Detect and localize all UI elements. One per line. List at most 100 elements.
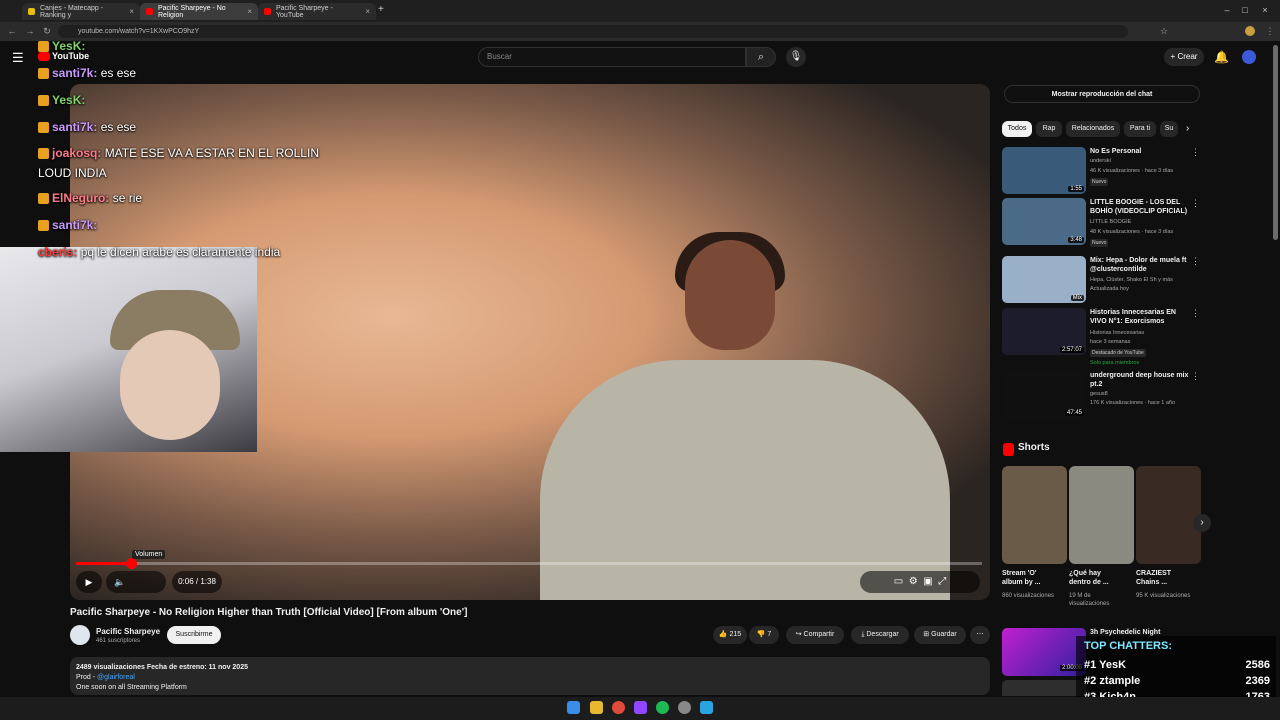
- new-badge: Nuevo: [1090, 239, 1109, 247]
- partial-thumbnail[interactable]: [1002, 680, 1086, 696]
- captions-icon[interactable]: ▭: [894, 576, 903, 587]
- chip-relacionados[interactable]: Relacionados: [1066, 121, 1120, 137]
- recommendation-channel[interactable]: LITTLE BOOGIE: [1090, 219, 1194, 226]
- search-input[interactable]: Buscar: [478, 47, 746, 67]
- recommendation-title[interactable]: Mix: Hepa - Dolor de muela ft @clusterco…: [1090, 256, 1190, 274]
- obs-icon[interactable]: [678, 701, 691, 714]
- close-icon[interactable]: ×: [247, 7, 252, 16]
- next-video-title[interactable]: 3h Psychedelic Night: [1090, 629, 1160, 636]
- like-count: 215: [729, 631, 742, 638]
- recommendation-title[interactable]: LITTLE BOOGIE - LOS DEL BOHÍO (VIDEOCLIP…: [1090, 198, 1190, 216]
- recommendation-meta: 176 K visualizaciones · hace 1 año: [1090, 400, 1175, 406]
- new-tab-icon[interactable]: +: [378, 4, 384, 15]
- more-actions-button[interactable]: ⋯: [970, 626, 990, 644]
- settings-gear-icon[interactable]: ⚙: [909, 576, 918, 587]
- stream-chat-overlay: YesK: santi7k: es ese YesK: santi7k: es …: [38, 35, 328, 268]
- like-button[interactable]: 👍 215: [713, 626, 747, 644]
- short-thumbnail[interactable]: [1069, 466, 1134, 564]
- short-thumbnail[interactable]: [1002, 466, 1067, 564]
- recommendation-channel[interactable]: gesus8: [1090, 391, 1194, 398]
- windows-start-icon[interactable]: [567, 701, 580, 714]
- recommendation-channel[interactable]: Historias Innecesarias: [1090, 330, 1194, 337]
- more-vertical-icon[interactable]: ⋮: [1191, 308, 1200, 319]
- notifications-bell-icon[interactable]: 🔔: [1214, 50, 1229, 64]
- subscribe-button[interactable]: Suscribirme: [167, 626, 221, 644]
- play-button[interactable]: ▶: [76, 571, 102, 593]
- chip-para-ti[interactable]: Para ti: [1124, 121, 1156, 137]
- more-vertical-icon[interactable]: ⋮: [1191, 198, 1200, 209]
- app-icon[interactable]: [700, 701, 713, 714]
- short-thumbnail[interactable]: [1136, 466, 1201, 564]
- recommendation-channel[interactable]: underski: [1090, 158, 1194, 165]
- more-vertical-icon[interactable]: ⋮: [1191, 256, 1200, 267]
- volume-control[interactable]: 🔈: [106, 571, 166, 593]
- close-icon[interactable]: ×: [129, 7, 134, 16]
- recommendation-title[interactable]: Historias Innecesarias EN VIVO N°1: Exor…: [1090, 308, 1190, 326]
- show-chat-replay-button[interactable]: Mostrar reproducción del chat: [1004, 85, 1200, 103]
- chip-todos[interactable]: Todos: [1002, 121, 1032, 137]
- chat-username: santi7k:: [52, 120, 98, 134]
- profile-avatar[interactable]: [1245, 26, 1255, 36]
- forward-icon[interactable]: →: [24, 25, 36, 37]
- recommendation-item[interactable]: Mix Mix: Hepa - Dolor de muela ft @clust…: [1002, 256, 1202, 304]
- minimize-icon[interactable]: –: [1220, 3, 1234, 17]
- channel-avatar[interactable]: [70, 625, 90, 645]
- recommendation-title[interactable]: No Es Personal: [1090, 147, 1190, 156]
- chatter-name: YesK: [1099, 659, 1127, 671]
- description-prod-link[interactable]: @glairforeal: [97, 674, 135, 681]
- browser-tab-1[interactable]: Canjes - Matecapp - Ranking y ×: [22, 3, 140, 20]
- window-close-icon[interactable]: ×: [1258, 3, 1272, 17]
- account-avatar[interactable]: [1242, 50, 1256, 64]
- search-button[interactable]: ⌕: [746, 47, 776, 67]
- chrome-icon[interactable]: [612, 701, 625, 714]
- short-title[interactable]: CRAZIEST Chains ...: [1136, 569, 1191, 587]
- chip-rap[interactable]: Rap: [1036, 121, 1062, 137]
- dislike-button[interactable]: 👎 7: [749, 626, 779, 644]
- twitch-icon[interactable]: [634, 701, 647, 714]
- create-button[interactable]: + Crear: [1164, 48, 1204, 66]
- recommendation-channel[interactable]: Hepa, Clüster, Shako El Sh y más: [1090, 277, 1194, 284]
- chatter-count: 2369: [1245, 675, 1270, 687]
- back-icon[interactable]: ←: [6, 25, 18, 37]
- short-title[interactable]: ¿Qué hay dentro de ...: [1069, 569, 1124, 587]
- recommendation-meta: hace 3 semanas: [1090, 339, 1131, 345]
- progress-scrubber[interactable]: [126, 558, 137, 569]
- mic-icon[interactable]: 🎙: [786, 47, 806, 67]
- file-explorer-icon[interactable]: [590, 701, 603, 714]
- recommendation-item[interactable]: 1:55 No Es Personal underski 46 K visual…: [1002, 147, 1202, 195]
- miniplayer-icon[interactable]: ▣: [923, 576, 932, 587]
- share-button[interactable]: ↪ Compartir: [786, 626, 844, 644]
- video-description[interactable]: 2489 visualizaciones Fecha de estreno: 1…: [70, 657, 990, 695]
- close-icon[interactable]: ×: [365, 7, 370, 16]
- thumbs-down-icon: 👎: [756, 631, 766, 638]
- more-vertical-icon[interactable]: ⋮: [1191, 147, 1200, 158]
- recommendation-item[interactable]: 2:57:07 Historias Innecesarias EN VIVO N…: [1002, 308, 1202, 366]
- chevron-right-icon[interactable]: ›: [1186, 123, 1189, 134]
- channel-name[interactable]: Pacific Sharpeye: [96, 627, 160, 636]
- save-button[interactable]: ⊞ Guardar: [914, 626, 966, 644]
- bookmark-star-icon[interactable]: ☆: [1158, 25, 1170, 37]
- recommendation-title[interactable]: underground deep house mix pt.2: [1090, 371, 1190, 389]
- search-icon: ⌕: [757, 51, 765, 63]
- browser-tab-3[interactable]: Pacific Sharpeye - YouTube ×: [258, 3, 376, 20]
- page-scrollbar[interactable]: [1273, 45, 1278, 240]
- chat-badge-icon: [38, 220, 49, 232]
- recommendation-item[interactable]: 3:48 LITTLE BOOGIE - LOS DEL BOHÍO (VIDE…: [1002, 198, 1202, 247]
- shorts-next-chevron-icon[interactable]: ›: [1193, 514, 1211, 532]
- browser-menu-icon[interactable]: ⋮: [1264, 25, 1276, 37]
- spotify-icon[interactable]: [656, 701, 669, 714]
- fullscreen-icon[interactable]: ⤢: [938, 576, 946, 587]
- shorts-icon: [1003, 443, 1014, 456]
- progress-bar[interactable]: [76, 562, 982, 565]
- hamburger-menu-icon[interactable]: ☰: [12, 50, 24, 66]
- maximize-icon[interactable]: □: [1238, 3, 1252, 17]
- chip-more[interactable]: Su: [1160, 121, 1178, 137]
- recommendation-item[interactable]: 47:45 underground deep house mix pt.2 ge…: [1002, 371, 1202, 419]
- chat-message: santi7k: es ese: [38, 116, 328, 139]
- more-vertical-icon[interactable]: ⋮: [1191, 371, 1200, 382]
- download-button[interactable]: ⤓ Descargar: [851, 626, 909, 644]
- video-duration: 3:48: [1068, 237, 1084, 243]
- player-right-controls: ▭ ⚙ ▣ ⤢: [860, 571, 980, 593]
- browser-tab-2[interactable]: Pacific Sharpeye - No Religion ×: [140, 3, 258, 20]
- short-title[interactable]: Stream 'O' album by ...: [1002, 569, 1057, 587]
